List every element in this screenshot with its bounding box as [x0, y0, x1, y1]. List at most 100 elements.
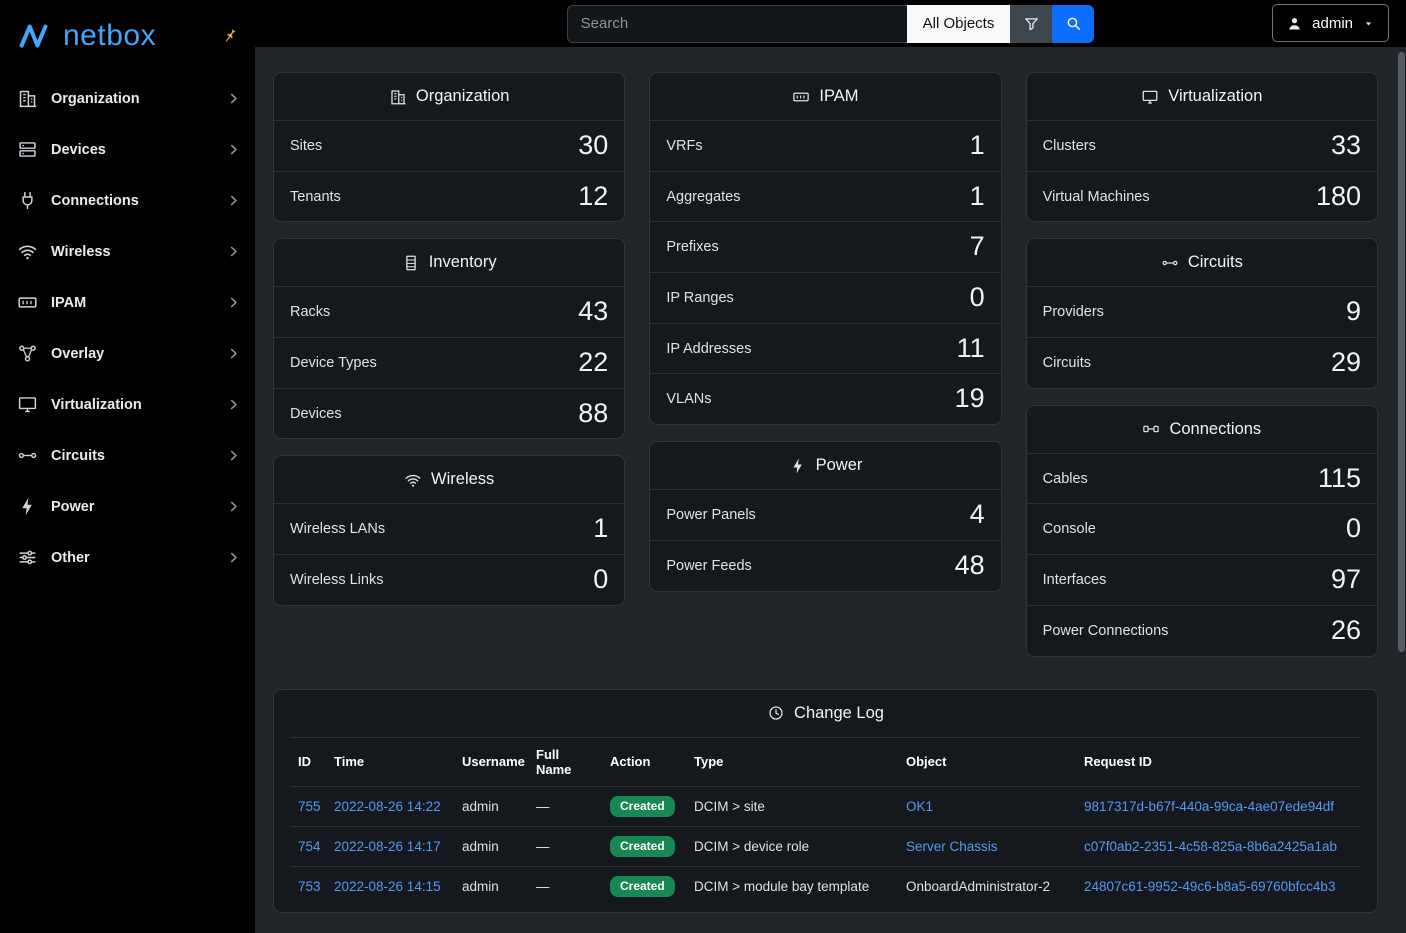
stat-value: 29	[1331, 348, 1361, 378]
chevron-right-icon	[226, 142, 241, 157]
filter-button[interactable]	[1010, 5, 1052, 43]
stat-row-console[interactable]: Console 0	[1027, 503, 1377, 554]
stat-label: Virtual Machines	[1043, 189, 1150, 205]
action-badge: Created	[610, 836, 675, 857]
stat-value: 1	[970, 131, 985, 161]
stat-row-interfaces[interactable]: Interfaces 97	[1027, 554, 1377, 605]
stat-row-vlans[interactable]: VLANs 19	[650, 373, 1000, 424]
search-button[interactable]	[1052, 5, 1094, 43]
change-object-link[interactable]: Server Chassis	[906, 839, 998, 854]
request-id-link[interactable]: 24807c61-9952-49c6-b8a5-69760bfcc4b3	[1084, 879, 1335, 894]
stat-label: Clusters	[1043, 138, 1096, 154]
server-icon	[17, 139, 38, 160]
sidebar-item-label: Wireless	[51, 244, 111, 260]
stat-row-devices[interactable]: Devices 88	[274, 388, 624, 439]
chevron-right-icon	[226, 397, 241, 412]
stat-row-wireless-lans[interactable]: Wireless LANs 1	[274, 503, 624, 554]
history-icon	[767, 704, 785, 722]
stat-row-cables[interactable]: Cables 115	[1027, 453, 1377, 504]
stat-row-power-feeds[interactable]: Power Feeds 48	[650, 540, 1000, 591]
search-scope-button[interactable]: All Objects	[907, 5, 1011, 43]
user-menu-button[interactable]: admin	[1272, 4, 1389, 42]
virtualization-card: Virtualization Clusters 33 Virtual Machi…	[1026, 72, 1378, 222]
stat-label: Racks	[290, 304, 330, 320]
change-object-link[interactable]: OK1	[906, 799, 933, 814]
change-type: DCIM > site	[686, 786, 898, 826]
sidebar-item-power[interactable]: Power	[0, 481, 255, 532]
sidebar-item-devices[interactable]: Devices	[0, 124, 255, 175]
sidebar-item-wireless[interactable]: Wireless	[0, 226, 255, 277]
stat-row-circuits[interactable]: Circuits 29	[1027, 337, 1377, 388]
sidebar-item-organization[interactable]: Organization	[0, 73, 255, 124]
card-title-text: Circuits	[1188, 253, 1243, 272]
topbar: All Objects admin	[255, 0, 1406, 47]
stat-label: Aggregates	[666, 189, 740, 205]
stat-label: IP Addresses	[666, 341, 751, 357]
request-id-link[interactable]: c07f0ab2-2351-4c58-825a-8b6a2425a1ab	[1084, 839, 1337, 854]
change-type: DCIM > module bay template	[686, 866, 898, 906]
stat-row-power-panels[interactable]: Power Panels 4	[650, 489, 1000, 540]
chevron-right-icon	[226, 193, 241, 208]
stat-label: Device Types	[290, 355, 377, 371]
chevron-right-icon	[226, 346, 241, 361]
wireless-card: Wireless Wireless LANs 1 Wireless Links …	[273, 455, 625, 605]
change-time-link[interactable]: 2022-08-26 14:15	[334, 879, 441, 894]
stat-row-wireless-links[interactable]: Wireless Links 0	[274, 554, 624, 605]
stat-row-power-connections[interactable]: Power Connections 26	[1027, 605, 1377, 656]
card-title-text: Organization	[416, 87, 510, 106]
stat-row-device-types[interactable]: Device Types 22	[274, 337, 624, 388]
stat-value: 88	[578, 399, 608, 429]
chevron-right-icon	[226, 448, 241, 463]
sidebar-item-ipam[interactable]: IPAM	[0, 277, 255, 328]
stat-label: IP Ranges	[666, 290, 733, 306]
sidebar-item-virtualization[interactable]: Virtualization	[0, 379, 255, 430]
sidebar-item-label: Connections	[51, 193, 139, 209]
pin-icon[interactable]	[221, 27, 239, 45]
change-log-card: Change Log ID Time Username Full Name Ac…	[273, 689, 1378, 914]
ipam-card: IPAM VRFs 1 Aggregates 1 Prefixes 7 IP R…	[649, 72, 1001, 425]
stat-row-tenants[interactable]: Tenants 12	[274, 171, 624, 222]
change-id-link[interactable]: 754	[298, 839, 321, 854]
stat-label: Cables	[1043, 471, 1088, 487]
sidebar-item-label: Other	[51, 550, 90, 566]
change-id-link[interactable]: 755	[298, 799, 321, 814]
stat-row-racks[interactable]: Racks 43	[274, 286, 624, 337]
request-id-link[interactable]: 9817317d-b67f-440a-99ca-4ae07ede94df	[1084, 799, 1334, 814]
sidebar-item-circuits[interactable]: Circuits	[0, 430, 255, 481]
change-id-link[interactable]: 753	[298, 879, 321, 894]
change-username: admin	[454, 826, 528, 866]
col-header-request-id: Request ID	[1076, 737, 1361, 786]
wifi-icon	[404, 471, 422, 489]
search-input[interactable]	[567, 5, 907, 43]
sidebar-item-connections[interactable]: Connections	[0, 175, 255, 226]
stat-row-ip-addresses[interactable]: IP Addresses 11	[650, 323, 1000, 374]
change-time-link[interactable]: 2022-08-26 14:17	[334, 839, 441, 854]
stat-row-ip-ranges[interactable]: IP Ranges 0	[650, 272, 1000, 323]
card-title: Circuits	[1027, 239, 1377, 286]
circuits-card: Circuits Providers 9 Circuits 29	[1026, 238, 1378, 388]
change-object: OnboardAdministrator-2	[898, 866, 1076, 906]
card-title-text: IPAM	[819, 87, 858, 106]
stat-row-vrfs[interactable]: VRFs 1	[650, 120, 1000, 171]
sidebar-item-overlay[interactable]: Overlay	[0, 328, 255, 379]
change-time-link[interactable]: 2022-08-26 14:22	[334, 799, 441, 814]
stat-row-aggregates[interactable]: Aggregates 1	[650, 171, 1000, 222]
stat-value: 26	[1331, 616, 1361, 646]
sidebar-item-label: Power	[51, 499, 95, 515]
stat-label: Power Connections	[1043, 623, 1169, 639]
stat-value: 180	[1316, 182, 1361, 212]
transit-icon	[17, 445, 38, 466]
chevron-right-icon	[226, 91, 241, 106]
stat-row-providers[interactable]: Providers 9	[1027, 286, 1377, 337]
stat-row-sites[interactable]: Sites 30	[274, 120, 624, 171]
stat-row-prefixes[interactable]: Prefixes 7	[650, 221, 1000, 272]
stat-value: 19	[955, 384, 985, 414]
scrollbar[interactable]	[1398, 52, 1405, 652]
netbox-logo[interactable]: netbox	[0, 0, 255, 73]
stat-value: 115	[1318, 464, 1361, 494]
col-header-full-name: Full Name	[528, 737, 602, 786]
sidebar-item-other[interactable]: Other	[0, 532, 255, 583]
stat-row-virtual-machines[interactable]: Virtual Machines 180	[1027, 171, 1377, 222]
stat-label: Power Feeds	[666, 558, 751, 574]
stat-row-clusters[interactable]: Clusters 33	[1027, 120, 1377, 171]
